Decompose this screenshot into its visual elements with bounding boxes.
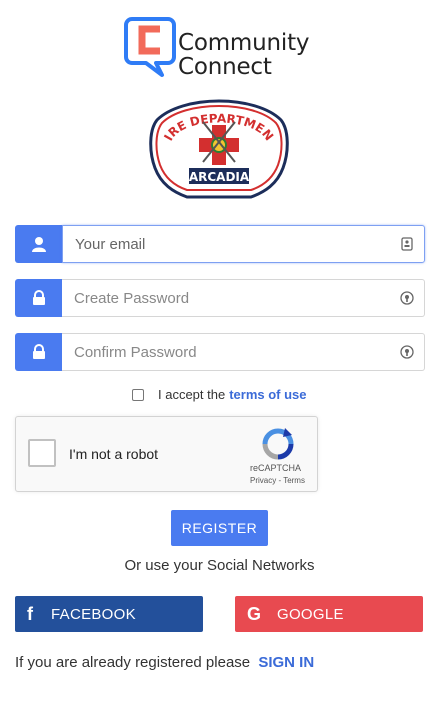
- app-name: Community Connect: [178, 30, 310, 80]
- contact-card-icon[interactable]: [400, 237, 414, 251]
- terms-label: I accept the: [158, 387, 226, 402]
- email-field[interactable]: [63, 226, 424, 262]
- create-password-field[interactable]: [62, 280, 424, 316]
- password-manager-icon[interactable]: [400, 291, 414, 305]
- app-name-line1: Community: [178, 30, 310, 56]
- recaptcha-widget: I'm not a robot reCAPTCHA Privacy - Term…: [15, 416, 318, 492]
- signin-row: If you are already registered please SIG…: [15, 654, 314, 671]
- badge-bottom-text: ARCADIA: [189, 170, 250, 184]
- app-logo: Community Connect: [124, 15, 324, 85]
- confirm-password-row: [15, 333, 425, 371]
- chat-bubble-logo-icon: [124, 17, 176, 77]
- email-field-wrap: [62, 225, 425, 263]
- terms-row: I accept the terms of use: [132, 387, 307, 402]
- facebook-icon: f: [27, 604, 34, 624]
- social-networks-caption: Or use your Social Networks: [124, 557, 315, 574]
- app-name-line2: Connect: [178, 54, 272, 80]
- sign-in-link[interactable]: SIGN IN: [258, 654, 314, 671]
- recaptcha-label: I'm not a robot: [69, 446, 159, 462]
- password-manager-icon[interactable]: [400, 345, 414, 359]
- lock-icon: [15, 333, 62, 371]
- lock-icon: [15, 279, 62, 317]
- confirm-password-field-wrap: [62, 333, 425, 371]
- password-field-wrap: [62, 279, 425, 317]
- facebook-login-button[interactable]: f FACEBOOK: [15, 596, 203, 632]
- recaptcha-logo-icon: [262, 428, 294, 460]
- email-row: [15, 225, 425, 263]
- password-row: [15, 279, 425, 317]
- google-login-button[interactable]: G GOOGLE: [235, 596, 423, 632]
- user-icon: [15, 225, 62, 263]
- confirm-password-field[interactable]: [62, 334, 424, 370]
- register-button[interactable]: REGISTER: [171, 510, 268, 546]
- recaptcha-privacy-terms-links[interactable]: Privacy - Terms: [250, 476, 305, 485]
- signin-prefix: If you are already registered please: [15, 654, 251, 671]
- terms-checkbox[interactable]: [132, 388, 144, 401]
- facebook-label: FACEBOOK: [51, 605, 136, 623]
- terms-of-use-link[interactable]: terms of use: [229, 387, 306, 402]
- recaptcha-checkbox[interactable]: [28, 439, 56, 467]
- google-icon: G: [247, 604, 262, 624]
- recaptcha-brand: reCAPTCHA: [250, 463, 302, 473]
- google-label: GOOGLE: [277, 605, 344, 623]
- fire-department-badge: FIRE DEPARTMENT ARCADIA: [147, 98, 289, 199]
